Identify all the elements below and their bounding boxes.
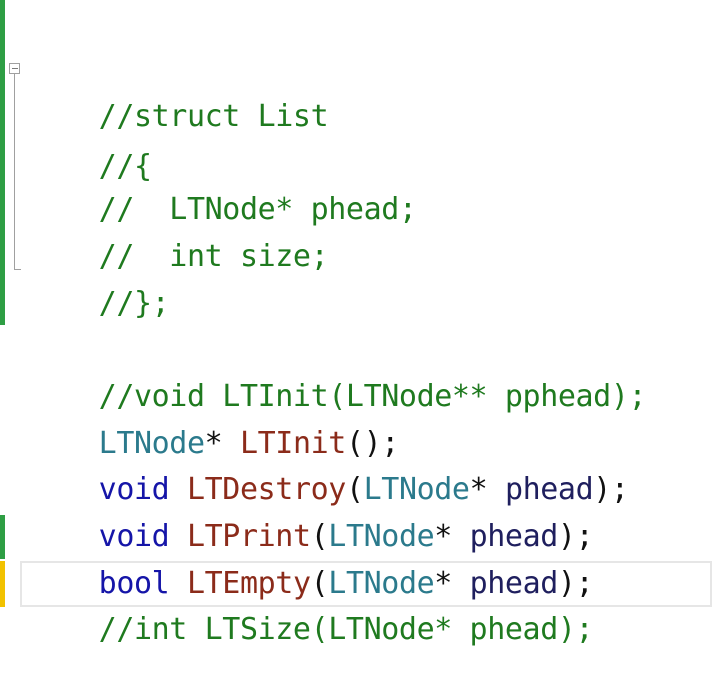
- punctuation: );: [593, 472, 629, 507]
- change-bar-unsaved: [0, 561, 5, 607]
- code-line-7[interactable]: LTNode* LTInit();: [28, 375, 400, 461]
- code-line-9[interactable]: void LTPrint(LTNode* phead);: [28, 468, 594, 554]
- code-editor[interactable]: //struct List //{ // LTNode* phead; // i…: [0, 0, 712, 647]
- code-line-11[interactable]: //int LTSize(LTNode* phead);: [28, 561, 594, 647]
- code-line-2[interactable]: //{: [28, 98, 152, 184]
- fold-guide-end: [14, 269, 21, 270]
- comment: //};: [98, 286, 170, 321]
- comment: //int LTSize(LTNode* phead);: [98, 612, 594, 647]
- change-bar-saved: [0, 0, 5, 325]
- code-line-3[interactable]: // LTNode* phead;: [28, 141, 417, 227]
- code-line-1[interactable]: //struct List: [28, 48, 329, 134]
- code-line-8[interactable]: void LTDestroy(LTNode* phead);: [28, 421, 629, 507]
- collapse-minus-icon[interactable]: [9, 63, 20, 74]
- code-line-10[interactable]: bool LTEmpty(LTNode* phead);: [28, 515, 594, 601]
- code-line-6[interactable]: //void LTInit(LTNode** pphead);: [28, 328, 647, 414]
- code-line-4[interactable]: // int size;: [28, 188, 329, 274]
- fold-guide-line: [14, 74, 15, 270]
- change-bar-saved-lower: [0, 515, 5, 559]
- code-line-5[interactable]: //};: [28, 235, 170, 321]
